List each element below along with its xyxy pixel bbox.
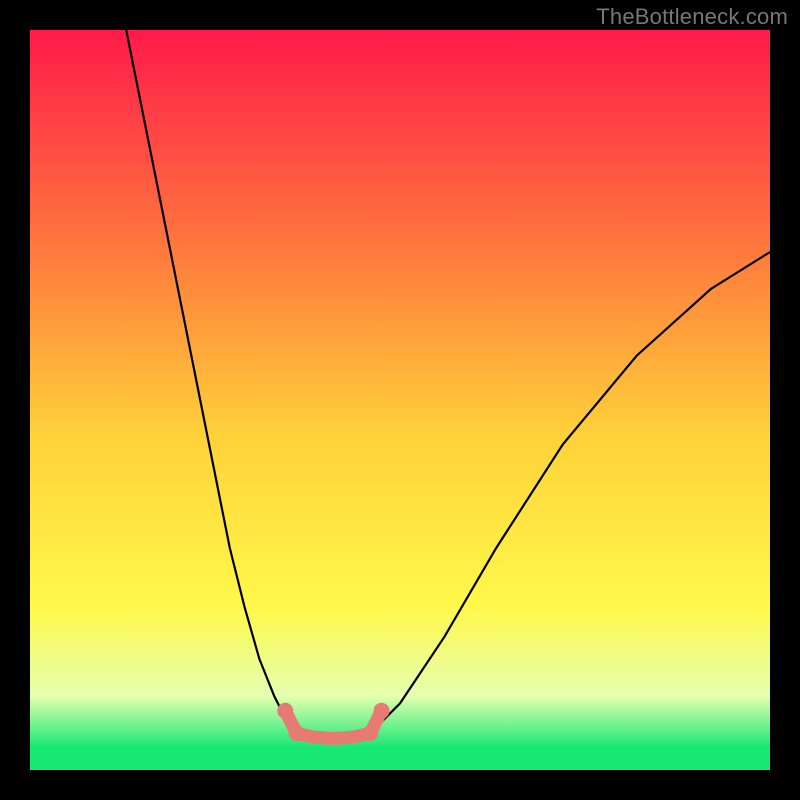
highlight-dot [362,725,378,741]
highlight-dot [288,725,304,741]
bottleneck-curve [126,30,770,738]
curve-layer [30,30,770,770]
highlight-dot [374,703,390,719]
chart-frame: TheBottleneck.com [0,0,800,800]
highlight-dot [277,703,293,719]
watermark-label: TheBottleneck.com [596,4,788,30]
plot-area [30,30,770,770]
